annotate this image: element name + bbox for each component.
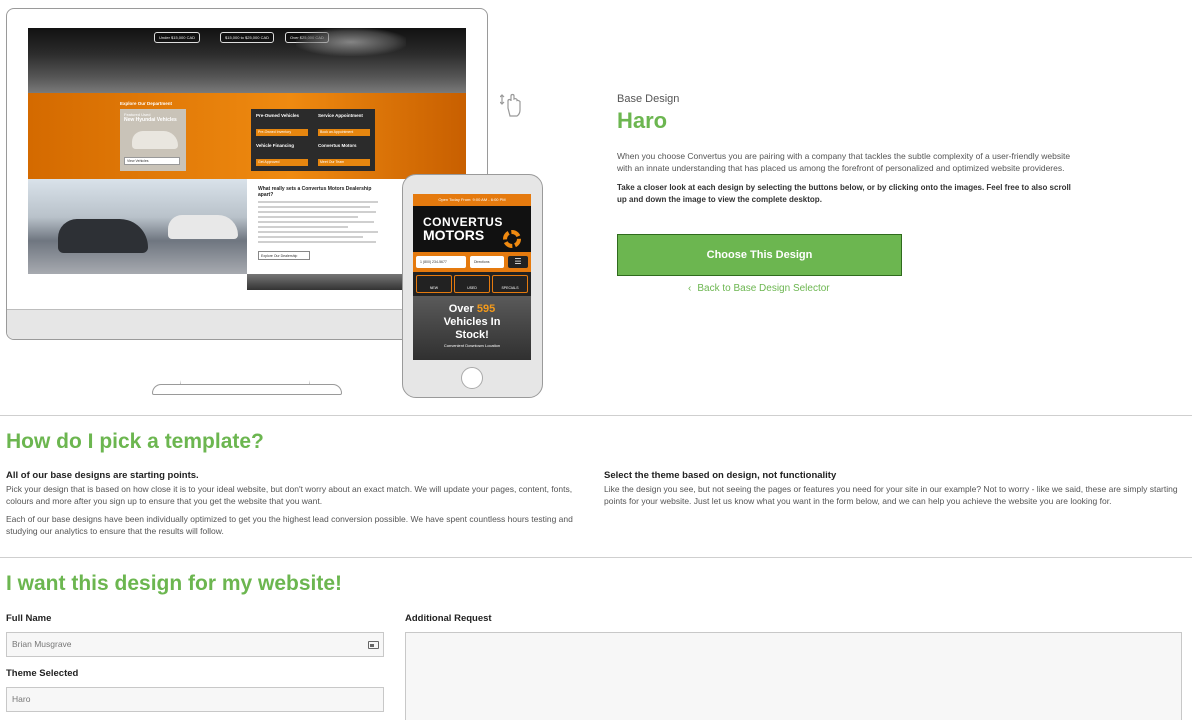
tile-button[interactable]: Pre-Owned Inventory [256, 129, 308, 136]
column-paragraph: Like the design you see, but not seeing … [604, 484, 1178, 506]
desktop-preview-screen[interactable]: Under $15,000 CAD $15,000 to $25,000 CAD… [28, 28, 466, 290]
tile-title: Service Appointment [318, 113, 363, 118]
column-paragraph: Pick your design that is based on how cl… [6, 484, 573, 506]
scroll-hand-icon [500, 93, 521, 117]
tile-title: Vehicle Financing [256, 143, 295, 148]
column-title: All of our base designs are starting poi… [6, 470, 199, 481]
price-filter-pill[interactable]: Under $15,000 CAD [154, 32, 201, 43]
hero-banner: Under $15,000 CAD $15,000 to $25,000 CAD… [28, 28, 466, 93]
mobile-preview-phone[interactable]: Open Today From: 9:00 AM - 6:00 PM CONVE… [402, 174, 543, 398]
back-to-selector-link[interactable]: ‹ Back to Base Design Selector [688, 283, 830, 294]
price-filter-pill[interactable]: $15,000 to $25,000 CAD [220, 32, 275, 43]
mobile-quick-links: NEW USED SPECIALS [413, 272, 531, 296]
pick-right-column: Select the theme based on design, not fu… [604, 470, 1189, 507]
specials-link[interactable]: SPECIALS [492, 275, 528, 293]
chevron-left-icon: ‹ [688, 283, 692, 294]
car-image [168, 215, 238, 239]
pick-template-heading: How do I pick a template? [6, 430, 264, 453]
back-link-label: Back to Base Design Selector [697, 283, 830, 294]
stock-prefix: Over [448, 303, 477, 315]
department-section: Explore Our Department Featured Used New… [28, 93, 466, 179]
stock-line: Stock! [455, 329, 489, 341]
department-tiles: Pre-Owned Vehicles Pre-Owned Inventory S… [251, 109, 375, 171]
car-image [132, 131, 178, 149]
directions-button[interactable]: Directions [470, 256, 504, 268]
tile-button[interactable]: Book an Appointment [318, 129, 370, 136]
contact-card-icon [368, 641, 379, 649]
price-filter-pill[interactable]: Over $25,000 CAD [285, 32, 329, 43]
used-vehicles-link[interactable]: USED [454, 275, 490, 293]
theme-selected-label: Theme Selected [6, 668, 79, 679]
hours-bar: Open Today From: 9:00 AM - 6:00 PM [413, 194, 531, 206]
design-title: Haro [617, 108, 668, 133]
view-vehicles-select[interactable]: View Vehicles [124, 157, 180, 165]
phone-home-button [461, 367, 483, 389]
featured-title: New Hyundai Vehicles [124, 117, 177, 123]
explore-label: Explore Our Department [120, 101, 173, 106]
monitor-stand [180, 340, 310, 386]
pick-left-column: All of our base designs are starting poi… [6, 470, 591, 537]
tile-about[interactable]: Convertus Motors Meet Our Team [315, 141, 373, 169]
tile-service[interactable]: Service Appointment Book an Appointment [315, 111, 373, 139]
tile-financing[interactable]: Vehicle Financing Get Approved [253, 141, 311, 169]
choose-design-button[interactable]: Choose This Design [617, 234, 902, 276]
theme-selected-value: Haro [12, 694, 31, 704]
featured-card[interactable]: Featured Used New Hyundai Vehicles View … [120, 109, 186, 171]
stock-subtitle: Convenient Downtown Location [443, 343, 501, 348]
stock-line: Vehicles In [443, 316, 501, 328]
column-title: Select the theme based on design, not fu… [604, 470, 837, 481]
menu-icon[interactable]: ☰ [508, 256, 528, 268]
full-name-label: Full Name [6, 613, 52, 624]
logo-area: CONVERTUS MOTORS [413, 206, 531, 252]
design-instruction: Take a closer look at each design by sel… [617, 183, 1071, 204]
mobile-action-bar: 1 (800) 234-5677 Directions ☰ [413, 252, 531, 272]
tile-title: Pre-Owned Vehicles [256, 113, 300, 118]
article-block: What really sets a Convertus Motors Deal… [258, 186, 388, 260]
monitor-base [152, 384, 342, 395]
design-description: When you choose Convertus you are pairin… [617, 151, 1071, 173]
section-divider [0, 415, 1192, 416]
showroom-photo [28, 179, 247, 274]
stock-number: 595 [476, 303, 496, 315]
theme-selected-field[interactable]: Haro [6, 687, 384, 712]
tile-button[interactable]: Meet Our Team [318, 159, 370, 166]
new-vehicles-link[interactable]: NEW [416, 275, 452, 293]
column-paragraph: Each of our base designs have been indiv… [6, 514, 573, 536]
full-name-field[interactable]: Brian Musgrave [6, 632, 384, 657]
explore-dealership-button[interactable]: Explore Our Dealership [258, 251, 310, 260]
stock-banner: Over 595 Vehicles In Stock! Convenient D… [413, 296, 531, 360]
design-info: Base Design Haro When you choose Convert… [617, 93, 1087, 206]
logo-text: MOTORS [423, 227, 485, 243]
tile-pre-owned[interactable]: Pre-Owned Vehicles Pre-Owned Inventory [253, 111, 311, 139]
call-button[interactable]: 1 (800) 234-5677 [416, 256, 466, 268]
section-divider [0, 557, 1192, 558]
additional-request-textarea[interactable] [405, 632, 1182, 720]
car-image [58, 219, 148, 253]
additional-request-label: Additional Request [405, 613, 492, 624]
design-request-heading: I want this design for my website! [6, 572, 343, 595]
gear-logo-icon [503, 230, 521, 248]
full-name-value: Brian Musgrave [12, 639, 72, 649]
mobile-preview-screen[interactable]: Open Today From: 9:00 AM - 6:00 PM CONVE… [413, 194, 531, 360]
base-design-label: Base Design [617, 93, 680, 105]
tile-title: Convertus Motors [318, 143, 357, 148]
tile-button[interactable]: Get Approved [256, 159, 308, 166]
article-heading: What really sets a Convertus Motors Deal… [258, 186, 372, 198]
